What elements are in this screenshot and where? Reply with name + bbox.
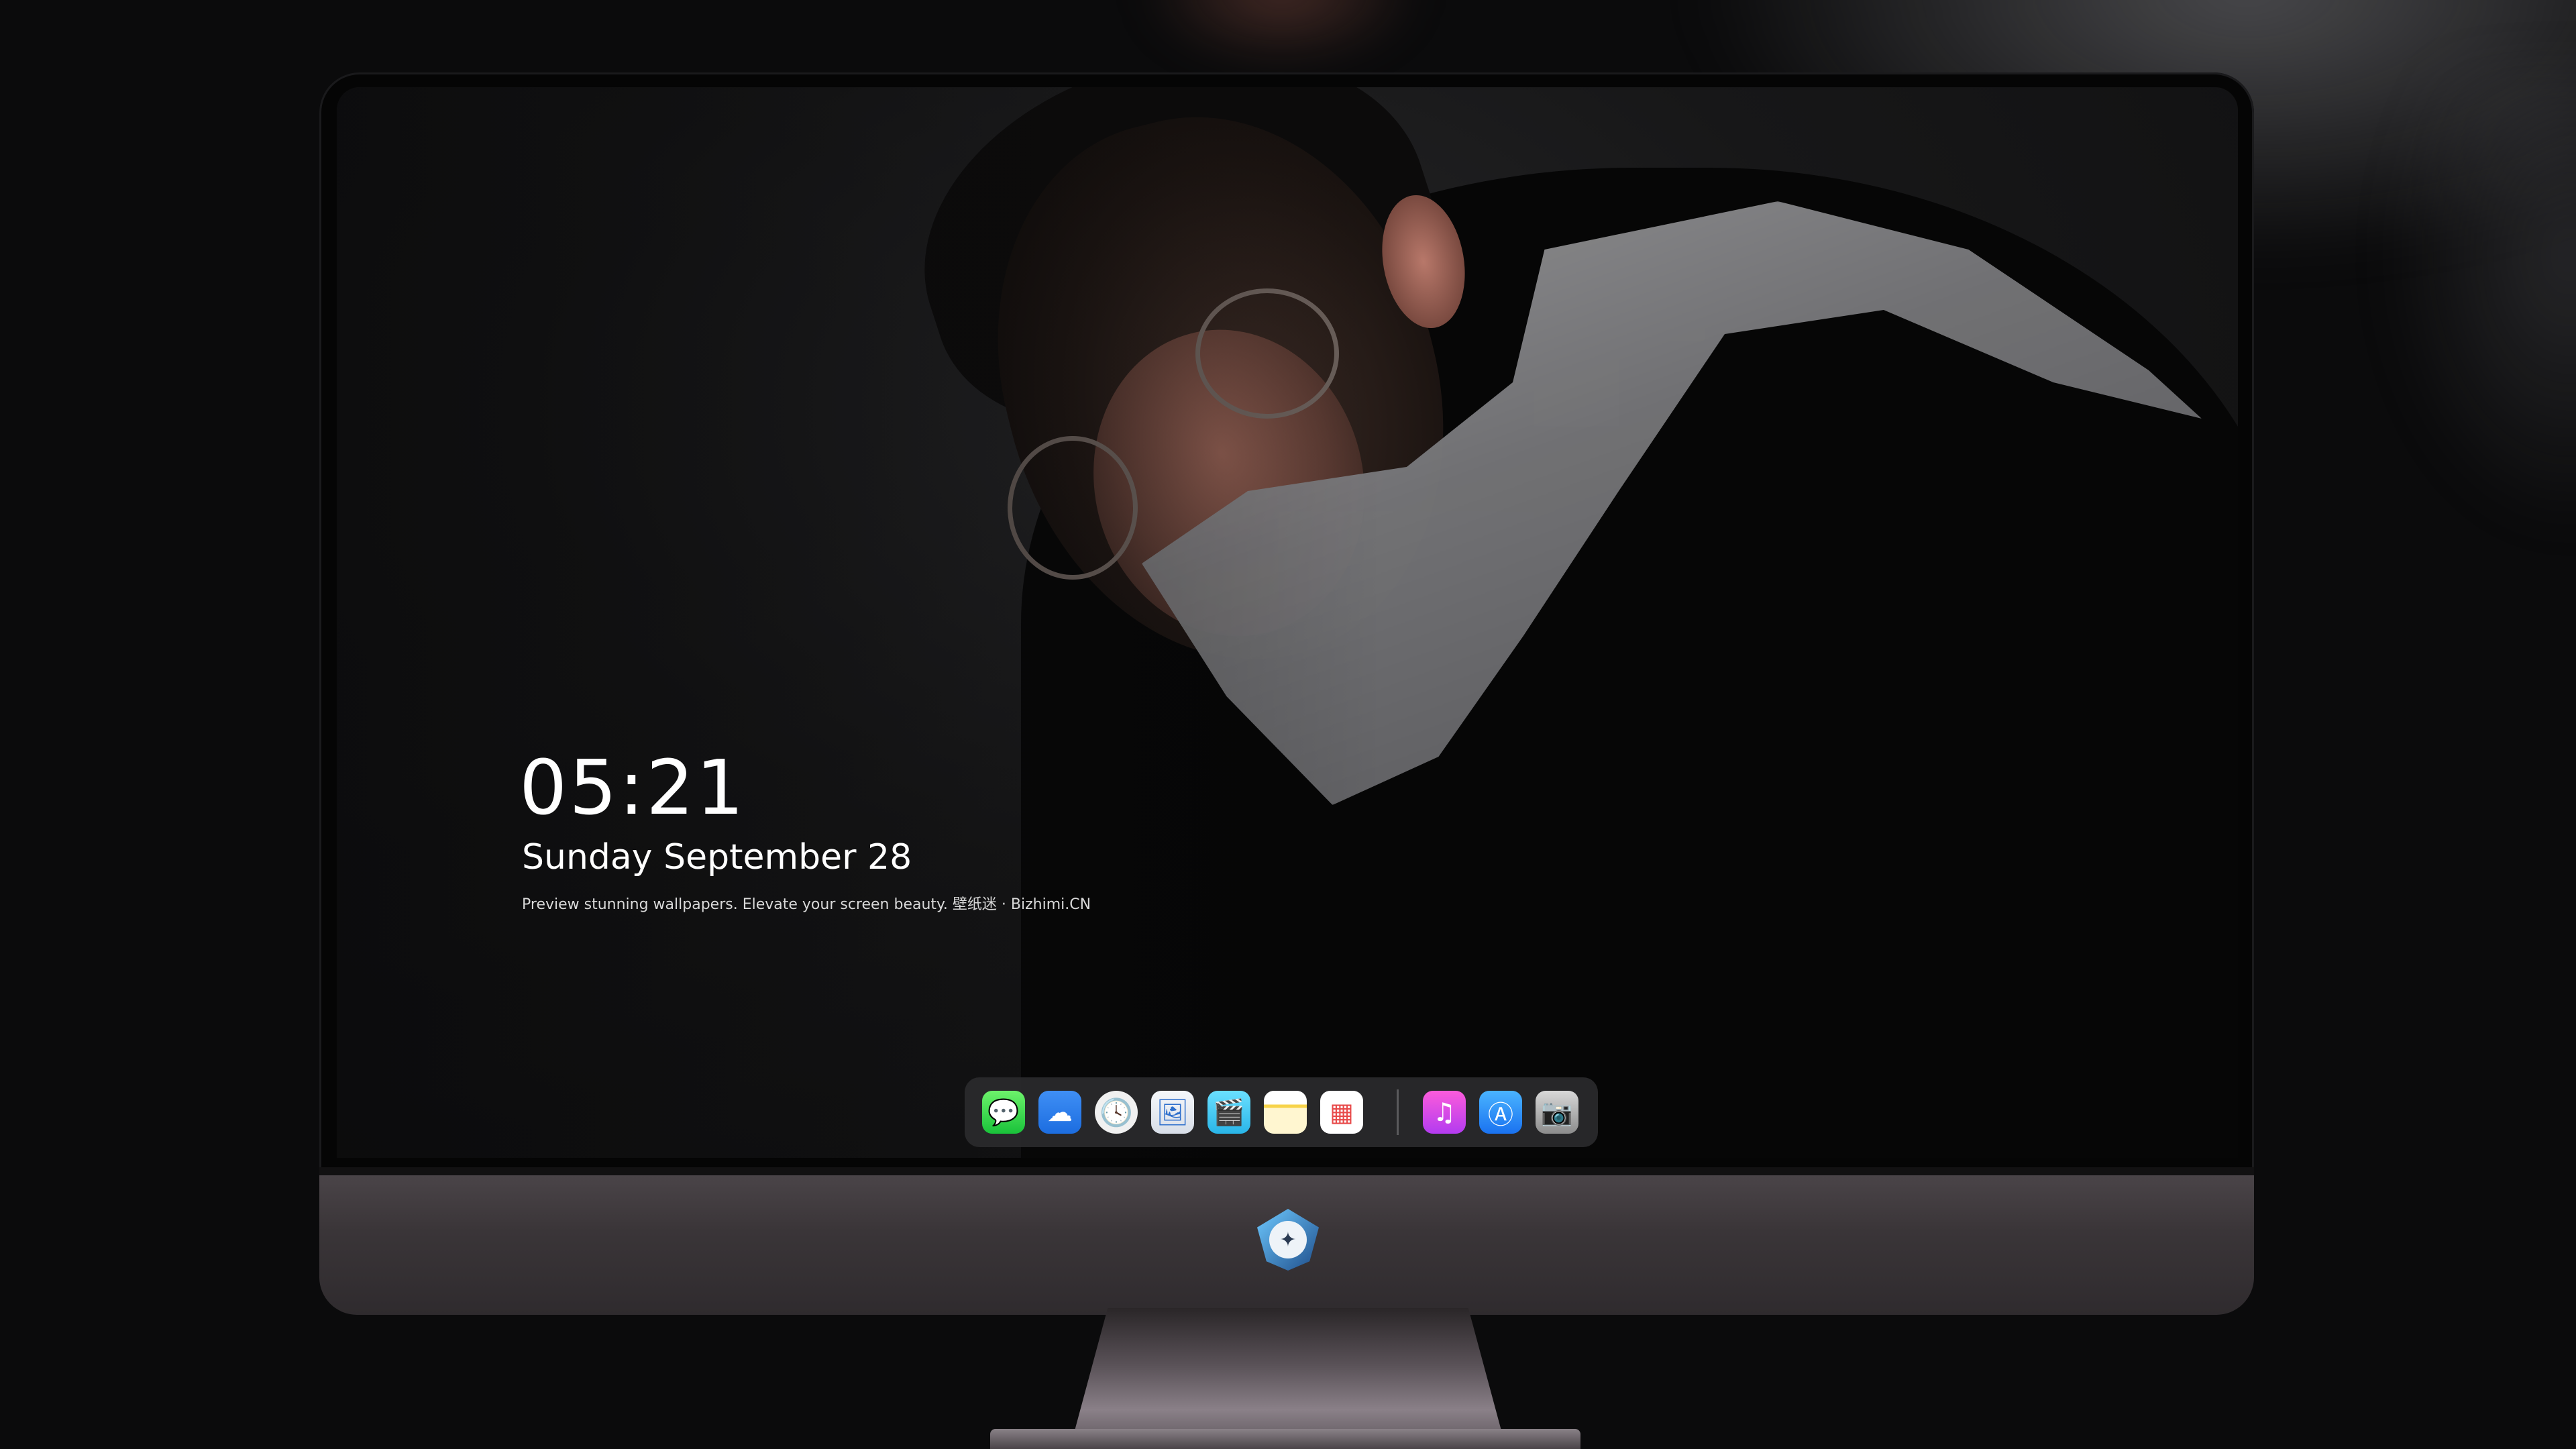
bizhimi-logo-icon: ✦: [1257, 1209, 1319, 1271]
dock: 💬 ☁ 🕓 🖼 🎬 ▦ ♫ Ⓐ 📷: [965, 1077, 1598, 1147]
lock-screen-clock: 05:21: [519, 745, 746, 832]
clips-icon[interactable]: 🎬: [1208, 1091, 1250, 1134]
clock-icon[interactable]: 🕓: [1095, 1091, 1138, 1134]
notes-icon[interactable]: [1264, 1091, 1307, 1134]
lock-screen-date: Sunday September 28: [522, 837, 912, 877]
wallpaper-caption: Preview stunning wallpapers. Elevate you…: [522, 896, 1091, 913]
music-icon[interactable]: ♫: [1423, 1091, 1466, 1134]
lock-screen: 05:21 Sunday September 28 Preview stunni…: [337, 87, 2238, 1158]
monitor-stand: [1073, 1308, 1503, 1436]
app-store-icon[interactable]: Ⓐ: [1479, 1091, 1522, 1134]
preview-icon[interactable]: 🖼: [1151, 1091, 1194, 1134]
photos-icon[interactable]: ▦: [1320, 1091, 1363, 1134]
logo-mascot-icon: ✦: [1269, 1221, 1307, 1258]
messages-icon[interactable]: 💬: [982, 1091, 1025, 1134]
background-blur-right: [2381, 67, 2576, 537]
dock-separator: [1397, 1089, 1399, 1135]
camera-icon[interactable]: 📷: [1536, 1091, 1578, 1134]
monitor: 05:21 Sunday September 28 Preview stunni…: [319, 72, 2254, 1315]
monitor-stand-base: [990, 1429, 1580, 1449]
monitor-chin: ✦: [319, 1167, 2254, 1315]
monitor-bezel: 05:21 Sunday September 28 Preview stunni…: [319, 72, 2254, 1173]
wallpaper-shade: [337, 87, 2238, 1158]
background-blur-warm: [1140, 0, 1422, 67]
weather-icon[interactable]: ☁: [1038, 1091, 1081, 1134]
